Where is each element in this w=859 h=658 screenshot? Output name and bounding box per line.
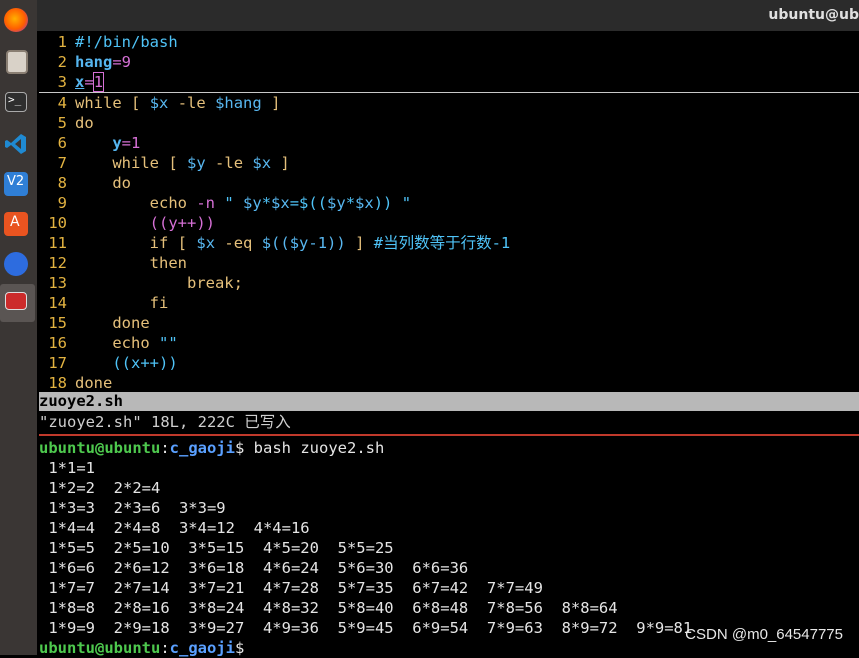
code-line: 2 hang=9 [39,52,859,72]
terminal-output-line: 1*4=4 2*4=8 3*4=12 4*4=16 [39,519,310,537]
status-filename: zuoye2.sh [39,392,123,410]
terminal-output-line: 1*5=5 2*5=10 3*5=15 4*5=20 5*5=25 [39,539,394,557]
code-text: ((y++)) [149,214,215,232]
code-text: x=1 [75,72,105,92]
code-text: y=1 [112,134,141,152]
top-bar: ubuntu@ub [37,0,859,31]
terminal-active-icon[interactable] [5,292,27,310]
line-number: 14 [48,294,67,312]
prompt-separator: : [160,639,170,657]
code-text: done [112,314,150,332]
terminal-output-line: 1*8=8 2*8=16 3*8=24 4*8=32 5*8=40 6*8=48… [39,599,618,617]
code-text: then [149,254,187,272]
line-number: 10 [48,214,67,232]
code-text: do [75,114,94,132]
code-text: do [112,174,131,192]
line-number: 2 [57,53,67,71]
line-number: 3 [57,73,67,91]
code-text: #!/bin/bash [75,33,178,51]
launcher-dock: >_ V2 A [0,0,37,655]
prompt-user: ubuntu@ubuntu [39,439,161,457]
terminal-command: bash zuoye2.sh [244,439,385,457]
terminal-pane[interactable]: ubuntu@ubuntu:c_gaoji$ bash zuoye2.sh 1*… [39,438,859,658]
line-number: 13 [48,274,67,292]
prompt-separator: : [160,439,170,457]
firefox-icon[interactable] [4,8,28,32]
code-line: 17 ((x++)) [39,353,859,373]
vim-message-line: "zuoye2.sh" 18L, 222C 已写入 [39,413,291,431]
line-number: 12 [48,254,67,272]
code-line: 6 y=1 [39,133,859,153]
code-text: while [ $x -le $hang ] [75,94,281,112]
prompt-path: c_gaoji [169,439,235,457]
terminal-output-line: 1*1=1 [39,459,95,477]
code-line: 7 while [ $y -le $x ] [39,153,859,173]
terminal-command-line: ubuntu@ubuntu:c_gaoji$ bash zuoye2.sh [39,438,859,458]
code-line: 5 do [39,113,859,133]
code-line: 16 echo "" [39,333,859,353]
code-line: 4 while [ $x -le $hang ] [39,93,859,113]
terminal-output-line: 1*3=3 2*3=6 3*3=9 [39,499,226,517]
code-line: 15 done [39,313,859,333]
code-line: 8 do [39,173,859,193]
code-text: ((x++)) [112,354,178,372]
code-text: echo -n " $y*$x=$(($y*$x)) " [149,194,412,212]
settings-icon[interactable] [4,252,28,276]
code-line: 12 then [39,253,859,273]
line-number: 17 [48,354,67,372]
prompt-end: $ [235,439,245,457]
window-title: ubuntu@ub [768,7,859,23]
terminal-icon[interactable]: >_ [5,92,27,112]
line-number: 7 [57,154,67,172]
terminal-output-line: 1*2=2 2*2=4 [39,479,161,497]
prompt-user: ubuntu@ubuntu [39,639,161,657]
line-number: 8 [57,174,67,192]
line-number: 18 [48,374,67,392]
line-number: 9 [57,194,67,212]
line-number: 5 [57,114,67,132]
line-number: 4 [57,94,67,112]
prompt-end: $ [235,639,245,657]
code-line-current: 3 x=1 [39,72,859,93]
terminal-output-line: 1*6=6 2*6=12 3*6=18 4*6=24 5*6=30 6*6=36 [39,559,469,577]
pane-divider[interactable] [39,434,859,436]
code-text: break; [186,274,243,292]
csdn-watermark: CSDN @m0_64547775 [685,626,843,643]
vim-status-line: zuoye2.sh [39,392,859,411]
software-center-icon[interactable]: A [4,212,28,236]
code-line: 13 break; [39,273,859,293]
code-line: 10 ((y++)) [39,213,859,233]
terminal-output-line: 1*7=7 2*7=14 3*7=21 4*7=28 5*7=35 6*7=42… [39,579,543,597]
line-number: 15 [48,314,67,332]
vim-editor[interactable]: 1 #!/bin/bash 2 hang=9 3 x=1 4 while [ $x -l… [39,32,859,392]
code-text: fi [149,294,169,312]
code-text: done [75,374,113,392]
code-line: 9 echo -n " $y*$x=$(($y*$x)) " [39,193,859,213]
code-line: 14 fi [39,293,859,313]
code-text: if [ $x -eq $(($y-1)) ] #当列数等于行数-1 [149,234,511,252]
line-number: 6 [57,134,67,152]
line-number: 16 [48,334,67,352]
files-icon[interactable] [6,50,28,74]
code-line: 18 done [39,373,859,393]
vscode-icon[interactable] [4,132,28,156]
code-line: 11 if [ $x -eq $(($y-1)) ] #当列数等于行数-1 [39,233,859,253]
code-line: 1 #!/bin/bash [39,32,859,52]
code-text: while [ $y -le $x ] [112,154,290,172]
virtualbox-icon[interactable]: V2 [4,172,28,196]
prompt-path: c_gaoji [169,639,235,657]
code-text: echo "" [112,334,178,352]
line-number: 11 [48,234,67,252]
line-number: 1 [57,33,67,51]
code-text: hang=9 [75,53,131,71]
